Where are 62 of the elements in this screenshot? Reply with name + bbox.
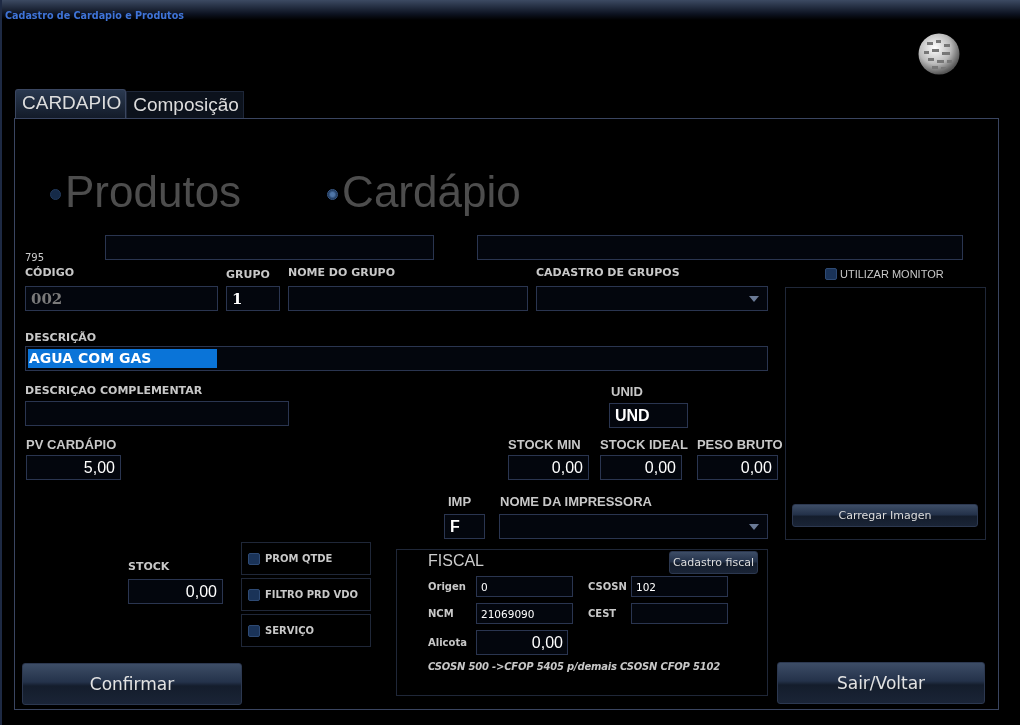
fiscal-button[interactable]: Cadastro fiscal: [669, 551, 758, 574]
fiscal-note: CSOSN 500 ->CFOP 5405 p/demais CSOSN CFOP 5102: [428, 661, 722, 672]
text-field[interactable]: 0,00: [476, 630, 568, 655]
search-field[interactable]: [477, 235, 963, 260]
search-field[interactable]: [105, 235, 434, 260]
text-field[interactable]: 1: [226, 286, 280, 311]
checkbox-label: SERVIÇO: [265, 625, 315, 636]
tab[interactable]: Composição: [126, 91, 244, 118]
field-label: STOCK MIN: [508, 437, 582, 452]
checkbox-label: UTILIZAR MONITOR: [840, 267, 944, 280]
dropdown-field[interactable]: [499, 514, 768, 539]
caret-icon: [749, 295, 759, 302]
checkbox[interactable]: [248, 588, 260, 601]
field-label: DESCRIÇAO COMPLEMENTAR: [25, 384, 204, 397]
checkbox-label: PROM QTDE: [265, 553, 333, 564]
checkbox[interactable]: [825, 267, 837, 280]
text-field[interactable]: [25, 401, 289, 426]
dropdown-field[interactable]: [536, 286, 768, 311]
field-label: CADASTRO DE GRUPOS: [536, 266, 681, 281]
text-field[interactable]: AGUA COM GAS: [25, 346, 768, 371]
field-label: STOCK: [128, 560, 171, 573]
field-label: CEST: [587, 608, 618, 619]
field-label: CSOSN: [587, 581, 628, 592]
text-field[interactable]: 102: [631, 576, 728, 597]
section-title: FISCAL: [428, 552, 484, 571]
field-label: STOCK IDEAL: [600, 437, 688, 452]
text-field[interactable]: 0,00: [696, 455, 778, 480]
field-label: NCM: [428, 608, 455, 619]
text-field[interactable]: F: [444, 514, 485, 539]
caret-icon: [749, 523, 759, 530]
radio-button[interactable]: [327, 188, 339, 200]
field-label: IMP: [448, 494, 473, 509]
text-field[interactable]: 0,00: [600, 455, 682, 480]
text-field[interactable]: 21069090: [476, 603, 573, 624]
field-label: DESCRIÇÃO: [25, 331, 97, 344]
text-field[interactable]: [288, 286, 528, 311]
globe-icon: [918, 33, 960, 75]
exit-button[interactable]: Sair/Voltar: [777, 662, 985, 704]
text-field[interactable]: [631, 603, 728, 624]
text-field[interactable]: 0: [476, 576, 573, 597]
tab[interactable]: CARDAPIO: [15, 89, 127, 118]
confirm-button[interactable]: Confirmar: [22, 663, 242, 705]
text-field[interactable]: 5,00: [26, 455, 121, 480]
checkbox[interactable]: [248, 624, 260, 637]
field-label: GRUPO: [226, 268, 271, 281]
load-image-button[interactable]: Carregar Imagen: [792, 504, 978, 527]
field-label: PV CARDÁPIO: [26, 437, 118, 452]
record-number: 795: [25, 252, 46, 263]
field-label: CÓDIGO: [25, 266, 76, 281]
text-field[interactable]: UND: [609, 403, 688, 428]
field-label: NOME DO GRUPO: [288, 266, 396, 281]
field-label: Origen: [428, 581, 467, 592]
window-title: Cadastro de Cardapio e Produtos: [5, 10, 184, 21]
checkbox[interactable]: [248, 552, 260, 565]
field-label: PESO BRUTO: [696, 437, 783, 452]
radio-button[interactable]: [50, 188, 61, 200]
text-field[interactable]: 0,00: [508, 455, 589, 480]
text-field[interactable]: 0,00: [128, 579, 223, 604]
field-label: NOME DA IMPRESSORA: [500, 494, 653, 509]
checkbox-label: FILTRO PRD VDO: [265, 589, 359, 600]
field-label: UNID: [611, 384, 644, 399]
field-label: Alicota: [428, 637, 468, 648]
